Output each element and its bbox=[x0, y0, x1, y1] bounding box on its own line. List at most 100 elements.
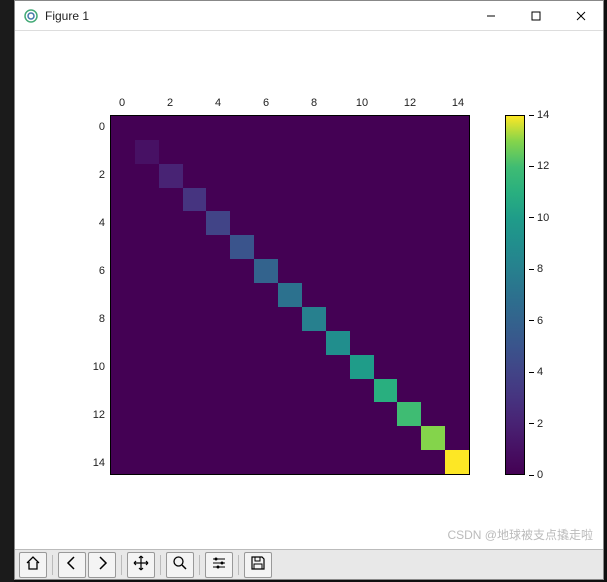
heatmap-cell bbox=[302, 283, 326, 307]
heatmap-cell bbox=[278, 450, 302, 474]
back-button[interactable] bbox=[58, 552, 86, 578]
heatmap-cell bbox=[421, 307, 445, 331]
colorbar-ticks: 02468101214 bbox=[529, 115, 569, 475]
heatmap-cell bbox=[278, 211, 302, 235]
heatmap-cell bbox=[230, 379, 254, 403]
heatmap-cell bbox=[135, 164, 159, 188]
heatmap-cell bbox=[159, 164, 183, 188]
heatmap-cell bbox=[302, 140, 326, 164]
heatmap-cell bbox=[135, 235, 159, 259]
heatmap-cell bbox=[278, 355, 302, 379]
heatmap-cell bbox=[350, 140, 374, 164]
y-tick-label: 2 bbox=[99, 169, 105, 181]
heatmap-cell bbox=[183, 331, 207, 355]
heatmap-cell bbox=[326, 283, 350, 307]
heatmap-cell bbox=[159, 307, 183, 331]
heatmap-cell bbox=[421, 164, 445, 188]
heatmap-cell bbox=[445, 450, 469, 474]
colorbar-tick: 12 bbox=[529, 160, 549, 172]
heatmap-cell bbox=[445, 235, 469, 259]
heatmap-cell bbox=[421, 426, 445, 450]
heatmap-cell bbox=[397, 116, 421, 140]
heatmap-cell bbox=[350, 188, 374, 212]
save-button[interactable] bbox=[244, 552, 272, 578]
subplots-button[interactable] bbox=[205, 552, 233, 578]
heatmap-cell bbox=[421, 259, 445, 283]
heatmap-cell bbox=[254, 116, 278, 140]
heatmap-cell bbox=[111, 355, 135, 379]
close-button[interactable] bbox=[558, 1, 603, 31]
heatmap-cell bbox=[159, 402, 183, 426]
pan-button[interactable] bbox=[127, 552, 155, 578]
heatmap-cell bbox=[254, 259, 278, 283]
heatmap-cell bbox=[445, 355, 469, 379]
y-tick-label: 6 bbox=[99, 265, 105, 277]
heatmap-cell bbox=[326, 140, 350, 164]
heatmap-cell bbox=[206, 116, 230, 140]
arrow-right-icon bbox=[94, 555, 110, 574]
maximize-button[interactable] bbox=[513, 1, 558, 31]
heatmap-cell bbox=[183, 355, 207, 379]
heatmap-cell bbox=[445, 164, 469, 188]
colorbar-tick: 6 bbox=[529, 315, 543, 327]
heatmap-cell bbox=[421, 379, 445, 403]
heatmap-cell bbox=[206, 450, 230, 474]
heatmap-cell bbox=[374, 235, 398, 259]
toolbar-separator bbox=[52, 555, 53, 575]
heatmap-cell bbox=[254, 379, 278, 403]
heatmap-cell bbox=[206, 235, 230, 259]
heatmap-cell bbox=[302, 355, 326, 379]
home-button[interactable] bbox=[19, 552, 47, 578]
zoom-button[interactable] bbox=[166, 552, 194, 578]
heatmap-cell bbox=[445, 402, 469, 426]
heatmap-cell bbox=[350, 379, 374, 403]
heatmap-cell bbox=[374, 283, 398, 307]
heatmap-cell bbox=[445, 140, 469, 164]
heatmap-cell bbox=[278, 188, 302, 212]
heatmap-cell bbox=[278, 331, 302, 355]
heatmap-cell bbox=[421, 188, 445, 212]
heatmap-cell bbox=[159, 426, 183, 450]
heatmap-cell bbox=[421, 116, 445, 140]
heatmap-cell bbox=[374, 379, 398, 403]
heatmap-cell bbox=[445, 259, 469, 283]
heatmap-cell bbox=[206, 379, 230, 403]
heatmap-cell bbox=[326, 164, 350, 188]
heatmap-cell bbox=[183, 235, 207, 259]
heatmap-cell bbox=[302, 379, 326, 403]
heatmap-cell bbox=[254, 307, 278, 331]
arrow-left-icon bbox=[64, 555, 80, 574]
heatmap-cell bbox=[111, 307, 135, 331]
heatmap-cell bbox=[445, 331, 469, 355]
x-tick-label: 14 bbox=[452, 97, 464, 109]
heatmap-cell bbox=[111, 379, 135, 403]
heatmap-cell bbox=[350, 450, 374, 474]
heatmap-cell bbox=[374, 307, 398, 331]
colorbar-tick-label: 4 bbox=[537, 366, 543, 378]
heatmap-cell bbox=[254, 450, 278, 474]
heatmap-cell bbox=[421, 211, 445, 235]
heatmap-cell bbox=[135, 426, 159, 450]
minimize-button[interactable] bbox=[468, 1, 513, 31]
heatmap-cell bbox=[230, 355, 254, 379]
heatmap-cell bbox=[111, 140, 135, 164]
heatmap-cell bbox=[374, 164, 398, 188]
heatmap-cell bbox=[397, 402, 421, 426]
heatmap-cell bbox=[278, 426, 302, 450]
app-icon bbox=[23, 8, 39, 24]
heatmap-cell bbox=[206, 426, 230, 450]
heatmap-cell bbox=[206, 140, 230, 164]
x-tick-label: 4 bbox=[215, 97, 221, 109]
forward-button[interactable] bbox=[88, 552, 116, 578]
heatmap-cell bbox=[445, 116, 469, 140]
figure-canvas: 02468101214 02468101214 02468101214 CSDN… bbox=[15, 31, 603, 549]
heatmap-cell bbox=[326, 116, 350, 140]
heatmap-cell bbox=[183, 379, 207, 403]
heatmap-cell bbox=[230, 450, 254, 474]
y-tick-label: 12 bbox=[93, 409, 105, 421]
home-icon bbox=[25, 555, 41, 574]
title-left: Figure 1 bbox=[23, 8, 89, 24]
heatmap-cell bbox=[135, 188, 159, 212]
heatmap-cell bbox=[254, 331, 278, 355]
heatmap-cell bbox=[230, 402, 254, 426]
